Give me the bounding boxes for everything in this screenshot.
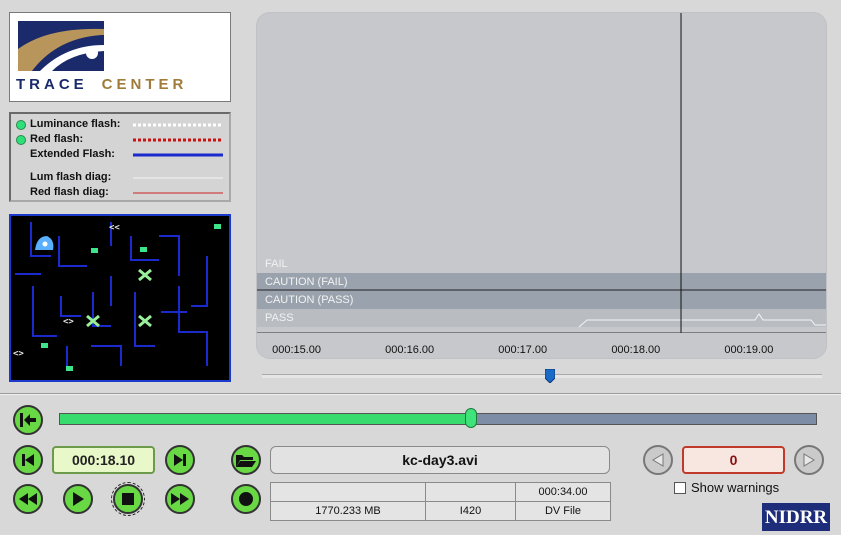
warning-counter: 0 xyxy=(682,446,785,474)
progress-thumb[interactable] xyxy=(464,408,477,428)
file-type: DV File xyxy=(515,501,611,521)
red-flash-indicator-icon xyxy=(16,135,26,145)
file-duration: 000:34.00 xyxy=(515,482,611,502)
red-diag-line-swatch xyxy=(133,192,223,194)
fast-forward-button[interactable] xyxy=(165,484,195,514)
file-name-field: kc-day3.avi xyxy=(270,446,610,474)
extended-flash-line-swatch xyxy=(133,153,223,157)
flash-legend: Luminance flash: Red flash: Extended Fla… xyxy=(9,112,231,202)
stop-button[interactable] xyxy=(111,482,145,516)
next-warning-button[interactable] xyxy=(794,445,824,475)
svg-text:<<: << xyxy=(109,223,120,233)
legend-row-red: Red flash: xyxy=(11,133,231,147)
file-format: I420 xyxy=(425,501,516,521)
step-back-button[interactable] xyxy=(13,445,43,475)
play-button[interactable] xyxy=(63,484,93,514)
stop-icon xyxy=(122,493,134,505)
rewind-button[interactable] xyxy=(13,484,43,514)
luminance-line-swatch xyxy=(133,123,223,127)
red-flash-line-swatch xyxy=(133,138,223,142)
current-time-display: 000:18.10 xyxy=(52,446,155,474)
play-icon xyxy=(73,492,84,506)
info-cell xyxy=(425,482,516,502)
arrow-left-icon xyxy=(652,453,664,467)
legend-label: Red flash diag: xyxy=(30,186,109,198)
folder-open-icon xyxy=(236,455,256,467)
legend-label: Luminance flash: xyxy=(30,118,121,130)
logo-word-trace: TRACE xyxy=(16,76,88,93)
logo-wordmark: TRACE CENTER xyxy=(16,76,230,93)
lum-flash-diag-trace xyxy=(578,313,826,328)
checkbox-box[interactable] xyxy=(674,481,686,494)
legend-label: Extended Flash: xyxy=(30,148,115,160)
trace-center-logo: TRACE CENTER xyxy=(9,12,231,102)
tick-label: 000:19.00 xyxy=(724,344,774,356)
tick-label: 000:17.00 xyxy=(498,344,548,356)
flash-analysis-graph: FAIL CAUTION (FAIL) CAUTION (PASS) PASS … xyxy=(256,12,827,359)
legend-row-lum-diag: Lum flash diag: xyxy=(11,171,231,185)
video-preview: << <> <> xyxy=(9,214,231,382)
show-warnings-label: Show warnings xyxy=(691,480,780,495)
record-icon xyxy=(239,492,253,506)
legend-row-luminance: Luminance flash: xyxy=(11,118,231,132)
graph-overlay xyxy=(257,13,826,343)
graph-scroll-track[interactable] xyxy=(262,374,822,378)
svg-text:<>: <> xyxy=(13,349,24,359)
tick-label: 000:18.00 xyxy=(611,344,661,356)
legend-label: Red flash: xyxy=(30,133,84,145)
go-to-start-button[interactable] xyxy=(13,405,43,435)
time-axis: 000:15.00 000:16.00 000:17.00 000:18.00 … xyxy=(257,333,826,358)
graph-scroll-thumb[interactable] xyxy=(545,369,555,383)
skip-back-icon xyxy=(22,454,34,466)
skip-forward-icon xyxy=(174,454,186,466)
step-forward-button[interactable] xyxy=(165,445,195,475)
info-cell xyxy=(270,482,426,502)
legend-label: Lum flash diag: xyxy=(30,171,112,183)
legend-row-extended: Extended Flash: xyxy=(11,148,231,162)
rewind-icon xyxy=(19,493,37,505)
svg-text:<>: <> xyxy=(63,317,74,327)
go-to-start-icon xyxy=(20,413,36,427)
tick-label: 000:15.00 xyxy=(272,344,322,356)
arrow-right-icon xyxy=(803,453,815,467)
info-row: 000:34.00 xyxy=(270,482,611,502)
show-warnings-checkbox[interactable]: Show warnings xyxy=(674,480,779,495)
tick-label: 000:16.00 xyxy=(385,344,435,356)
video-frame-maze: << <> <> xyxy=(13,222,221,371)
fast-forward-icon xyxy=(171,493,189,505)
luminance-indicator-icon xyxy=(16,120,26,130)
playback-progress-bar[interactable] xyxy=(59,408,817,428)
file-info-table: 000:34.00 1770.233 MB I420 DV File xyxy=(270,482,611,521)
open-file-button[interactable] xyxy=(231,445,261,475)
trace-center-logo-mark-icon xyxy=(18,21,104,71)
file-size: 1770.233 MB xyxy=(270,501,426,521)
lum-diag-line-swatch xyxy=(133,177,223,179)
nidrr-logo: NIDRR xyxy=(762,503,830,531)
legend-row-red-diag: Red flash diag: xyxy=(11,186,231,200)
panel-divider xyxy=(0,393,841,395)
info-row: 1770.233 MB I420 DV File xyxy=(270,501,611,521)
progress-fill xyxy=(60,414,471,424)
logo-word-center: CENTER xyxy=(101,76,188,93)
previous-warning-button[interactable] xyxy=(643,445,673,475)
record-button[interactable] xyxy=(231,484,261,514)
